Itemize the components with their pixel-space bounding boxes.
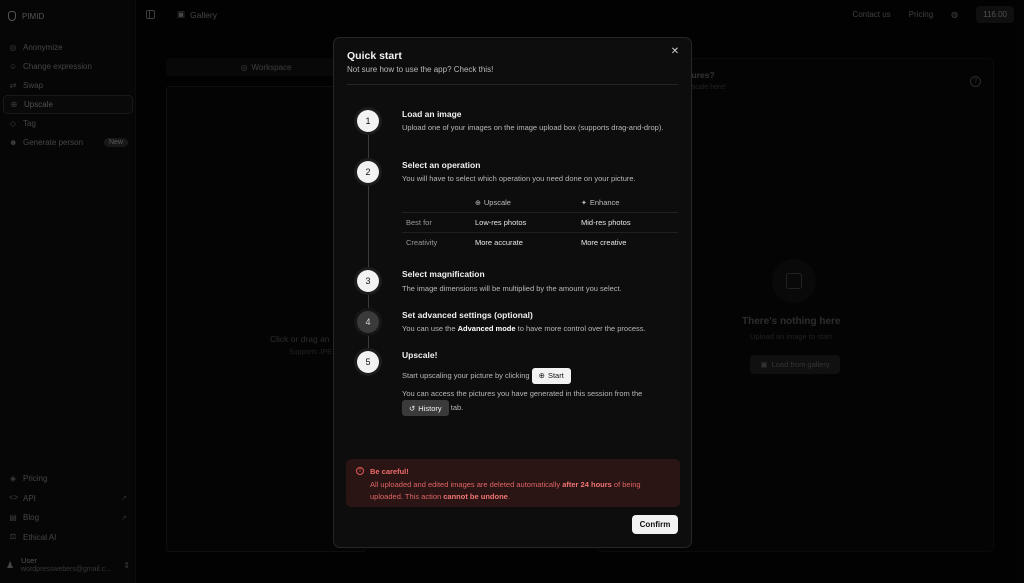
step-5-history-after: tab. xyxy=(450,402,464,412)
table-header-label: Enhance xyxy=(589,198,620,207)
warning-text-1: All uploaded and edited images are delet… xyxy=(370,480,563,489)
step-4-text-after: to have more control over the process. xyxy=(515,324,646,333)
step-3-title: Select magnification xyxy=(402,269,485,279)
warning-callout: ! Be careful! All uploaded and edited im… xyxy=(346,459,680,507)
step-5-history-text: You can access the pictures you have gen… xyxy=(402,389,643,398)
quick-start-modal: Quick start Not sure how to use the app?… xyxy=(333,37,692,548)
step-5-text-history: You can access the pictures you have gen… xyxy=(402,387,672,416)
sparkles-icon: ✦ xyxy=(581,199,587,207)
start-button-label: Start xyxy=(547,371,564,381)
step-2-text: You will have to select which operation … xyxy=(402,174,636,183)
modal-subtitle: Not sure how to use the app? Check this! xyxy=(347,65,494,74)
table-header-upscale: ⊕ Upscale xyxy=(475,198,581,207)
step-5-text-start: Start upscaling your picture by clicking… xyxy=(402,368,672,384)
step-2-number: 2 xyxy=(357,161,379,183)
step-3-number: 3 xyxy=(357,270,379,292)
table-header: ⊕ Upscale ✦ Enhance xyxy=(402,193,678,213)
step-4-text-before: You can use the xyxy=(402,324,458,333)
step-3-text: The image dimensions will be multiplied … xyxy=(402,284,622,293)
divider xyxy=(347,84,678,85)
step-4-text: You can use the Advanced mode to have mo… xyxy=(402,323,672,335)
history-button[interactable]: ↺ History xyxy=(402,400,449,416)
warning-bold-1: after 24 hours xyxy=(562,480,612,489)
step-2-title: Select an operation xyxy=(402,160,481,170)
zoom-icon: ⊕ xyxy=(538,371,545,381)
table-row: Creativity More accurate More creative xyxy=(402,233,678,253)
history-icon: ↺ xyxy=(409,403,416,413)
table-cell: Best for xyxy=(406,217,432,227)
step-5-start-text: Start upscaling your picture by clicking xyxy=(402,370,530,380)
advanced-mode-label: Advanced mode xyxy=(457,324,516,333)
warning-text-3: . xyxy=(507,491,510,501)
modal-title: Quick start xyxy=(347,50,402,62)
zoom-icon: ⊕ xyxy=(475,199,481,207)
table-header-enhance: ✦ Enhance xyxy=(581,198,678,207)
table-cell: More accurate xyxy=(475,237,523,247)
step-4-number: 4 xyxy=(357,311,379,333)
table-cell: Mid-res photos xyxy=(581,217,631,227)
step-4-title: Set advanced settings (optional) xyxy=(402,310,533,320)
warning-title: Be careful! xyxy=(370,467,409,476)
table-cell: Low-res photos xyxy=(475,217,527,227)
step-5-number: 5 xyxy=(357,351,379,373)
table-header-label: Upscale xyxy=(483,198,511,207)
close-icon[interactable]: ✕ xyxy=(669,46,681,58)
table-cell: Creativity xyxy=(406,237,438,247)
warning-text: All uploaded and edited images are delet… xyxy=(370,479,670,502)
table-row: Best for Low-res photos Mid-res photos xyxy=(402,213,678,233)
step-1-number: 1 xyxy=(357,110,379,132)
history-button-label: History xyxy=(418,403,442,413)
warning-bold-2: cannot be undone xyxy=(443,491,508,501)
step-1-text: Upload one of your images on the image u… xyxy=(402,123,664,132)
operation-table: ⊕ Upscale ✦ Enhance Best for Low-res pho… xyxy=(402,193,678,252)
table-cell: More creative xyxy=(581,237,627,247)
start-button[interactable]: ⊕ Start xyxy=(531,368,571,384)
step-1-title: Load an image xyxy=(402,109,462,119)
step-5-title: Upscale! xyxy=(402,350,438,360)
confirm-button[interactable]: Confirm xyxy=(632,515,678,534)
alert-icon: ! xyxy=(356,467,364,475)
